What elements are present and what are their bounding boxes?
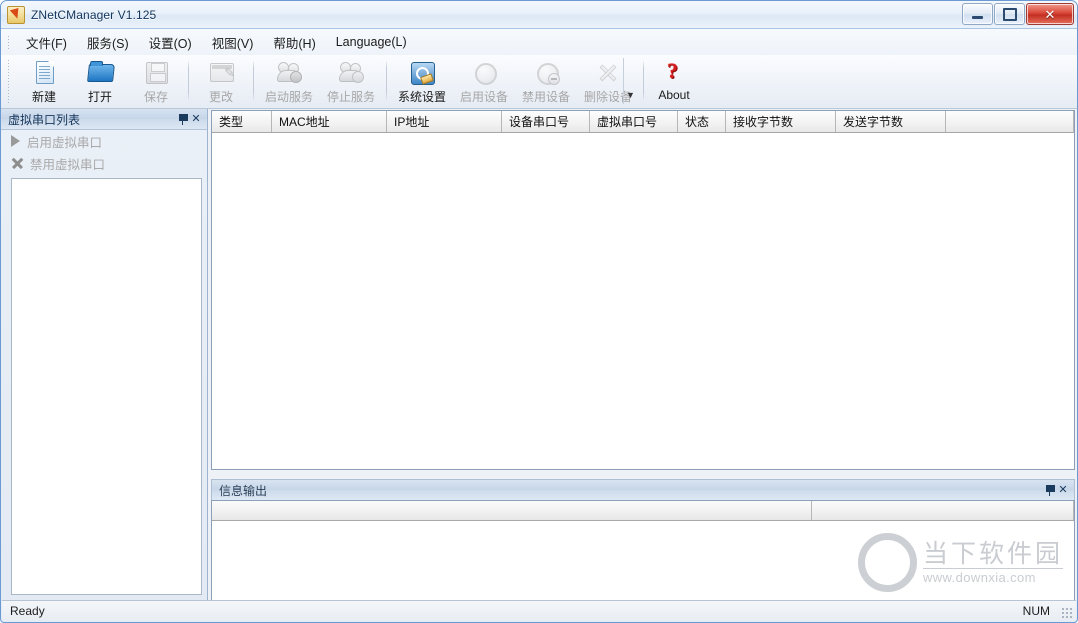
toolbar-label-start-service: 启动服务 [264, 90, 313, 104]
toolbar-button-change: 更改 [193, 55, 249, 108]
status-bar: Ready NUM [2, 600, 1076, 621]
minimize-icon [972, 16, 983, 19]
column-header-status[interactable]: 状态 [678, 111, 726, 132]
column-header-type[interactable]: 类型 [212, 111, 272, 132]
toolbar: 新建 打开 保存 更改 启动服务 停止服务 [1, 55, 1077, 109]
toolbar-button-system-settings[interactable]: 系统设置 [391, 55, 453, 108]
column-header-bytes-received[interactable]: 接收字节数 [726, 111, 836, 132]
toolbar-label-change: 更改 [208, 90, 233, 104]
close-icon[interactable]: ✕ [189, 112, 203, 127]
column-header-ip[interactable]: IP地址 [387, 111, 502, 132]
output-panel: 信息输出 ✕ [211, 479, 1075, 601]
toolbar-button-disable-device: 禁用设备 [515, 55, 577, 108]
close-icon: ✕ [1044, 6, 1056, 22]
toolbar-separator [643, 60, 644, 101]
menu-item-language[interactable]: Language(L) [326, 31, 417, 53]
column-header-virtual-com[interactable]: 虚拟串口号 [590, 111, 678, 132]
delete-device-icon [593, 60, 623, 86]
new-document-icon [29, 60, 59, 86]
toolbar-button-stop-service: 停止服务 [320, 55, 382, 108]
right-pane: 类型 MAC地址 IP地址 设备串口号 虚拟串口号 状态 接收字节数 发送字节数… [208, 109, 1077, 601]
virtual-com-list[interactable] [11, 178, 202, 595]
toolbar-separator [386, 60, 387, 101]
minimize-button[interactable] [962, 3, 993, 25]
column-header-bytes-sent[interactable]: 发送字节数 [836, 111, 946, 132]
toolbar-overflow-button[interactable]: ▼ [623, 58, 637, 104]
help-about-icon: ? [667, 58, 678, 83]
output-column-detail[interactable] [812, 501, 1074, 520]
toolbar-button-start-service: 启动服务 [258, 55, 320, 108]
toolbar-separator [188, 60, 189, 101]
toolbar-button-enable-device: 启用设备 [453, 55, 515, 108]
column-header-device-com[interactable]: 设备串口号 [502, 111, 590, 132]
main-content: 虚拟串口列表 ✕ 启用虚拟串口 禁用虚拟串口 类型 MAC地址 IP地址 设备串… [1, 109, 1077, 601]
close-icon[interactable]: ✕ [1056, 483, 1070, 498]
disable-virtual-com-action: 禁用虚拟串口 [1, 152, 207, 174]
menu-bar: 文件(F) 服务(S) 设置(O) 视图(V) 帮助(H) Language(L… [1, 29, 1077, 55]
title-bar: ZNetCManager V1.125 ✕ [1, 1, 1077, 29]
virtual-com-panel-title: 虚拟串口列表 [8, 112, 81, 127]
resize-grip[interactable] [1061, 607, 1073, 619]
virtual-com-panel: 虚拟串口列表 ✕ 启用虚拟串口 禁用虚拟串口 [1, 109, 208, 601]
toolbar-label-new: 新建 [31, 90, 56, 104]
enable-virtual-com-label: 启用虚拟串口 [27, 135, 103, 150]
x-icon [11, 157, 23, 169]
toolbar-label-about: About [658, 88, 690, 102]
output-grid-body[interactable] [212, 521, 1074, 600]
output-panel-title: 信息输出 [219, 483, 268, 498]
status-text: Ready [10, 604, 45, 618]
menu-item-help[interactable]: 帮助(H) [263, 29, 325, 56]
output-grid [211, 500, 1075, 601]
save-disk-icon [141, 60, 171, 86]
system-settings-icon [407, 60, 437, 86]
disable-virtual-com-label: 禁用虚拟串口 [30, 157, 106, 172]
toolbar-label-open: 打开 [87, 90, 112, 104]
app-icon [7, 5, 25, 24]
toolbar-gripper[interactable] [7, 59, 11, 104]
toolbar-label-save: 保存 [143, 90, 168, 104]
output-panel-caption: 信息输出 ✕ [211, 479, 1075, 500]
menu-item-file[interactable]: 文件(F) [16, 29, 77, 56]
pin-icon[interactable] [1042, 483, 1056, 498]
menu-gripper[interactable] [7, 34, 11, 50]
application-window: ZNetCManager V1.125 ✕ 文件(F) 服务(S) 设置(O) … [0, 0, 1078, 623]
enable-virtual-com-action: 启用虚拟串口 [1, 130, 207, 152]
close-button[interactable]: ✕ [1026, 3, 1074, 25]
output-grid-header [212, 501, 1074, 521]
device-grid-body[interactable] [212, 133, 1074, 469]
maximize-button[interactable] [994, 3, 1025, 25]
column-header-mac[interactable]: MAC地址 [272, 111, 387, 132]
toolbar-label-system-settings: 系统设置 [397, 90, 446, 104]
column-header-blank[interactable] [946, 111, 1074, 132]
play-icon [11, 135, 20, 147]
toolbar-button-new[interactable]: 新建 [16, 55, 72, 108]
toolbar-button-about[interactable]: ? About [648, 55, 700, 108]
toolbar-button-open[interactable]: 打开 [72, 55, 128, 108]
pin-icon[interactable] [175, 112, 189, 127]
edit-change-icon [206, 60, 236, 86]
maximize-icon [1002, 7, 1017, 21]
toolbar-button-save: 保存 [128, 55, 184, 108]
window-controls: ✕ [962, 3, 1074, 25]
device-grid: 类型 MAC地址 IP地址 设备串口号 虚拟串口号 状态 接收字节数 发送字节数 [211, 110, 1075, 470]
menu-item-view[interactable]: 视图(V) [202, 29, 264, 56]
toolbar-label-stop-service: 停止服务 [326, 90, 375, 104]
stop-service-icon [336, 60, 366, 86]
enable-device-icon [469, 60, 499, 86]
virtual-com-panel-caption: 虚拟串口列表 ✕ [1, 109, 207, 130]
num-lock-indicator: NUM [1022, 604, 1050, 618]
device-grid-header: 类型 MAC地址 IP地址 设备串口号 虚拟串口号 状态 接收字节数 发送字节数 [212, 111, 1074, 133]
window-title: ZNetCManager V1.125 [31, 7, 157, 22]
open-folder-icon [85, 60, 115, 86]
toolbar-label-enable-device: 启用设备 [459, 90, 508, 104]
menu-item-settings[interactable]: 设置(O) [139, 29, 202, 56]
toolbar-separator [253, 60, 254, 101]
menu-item-service[interactable]: 服务(S) [77, 29, 139, 56]
toolbar-label-disable-device: 禁用设备 [521, 90, 570, 104]
disable-device-icon [531, 60, 561, 86]
output-column-message[interactable] [212, 501, 812, 520]
start-service-icon [274, 60, 304, 86]
